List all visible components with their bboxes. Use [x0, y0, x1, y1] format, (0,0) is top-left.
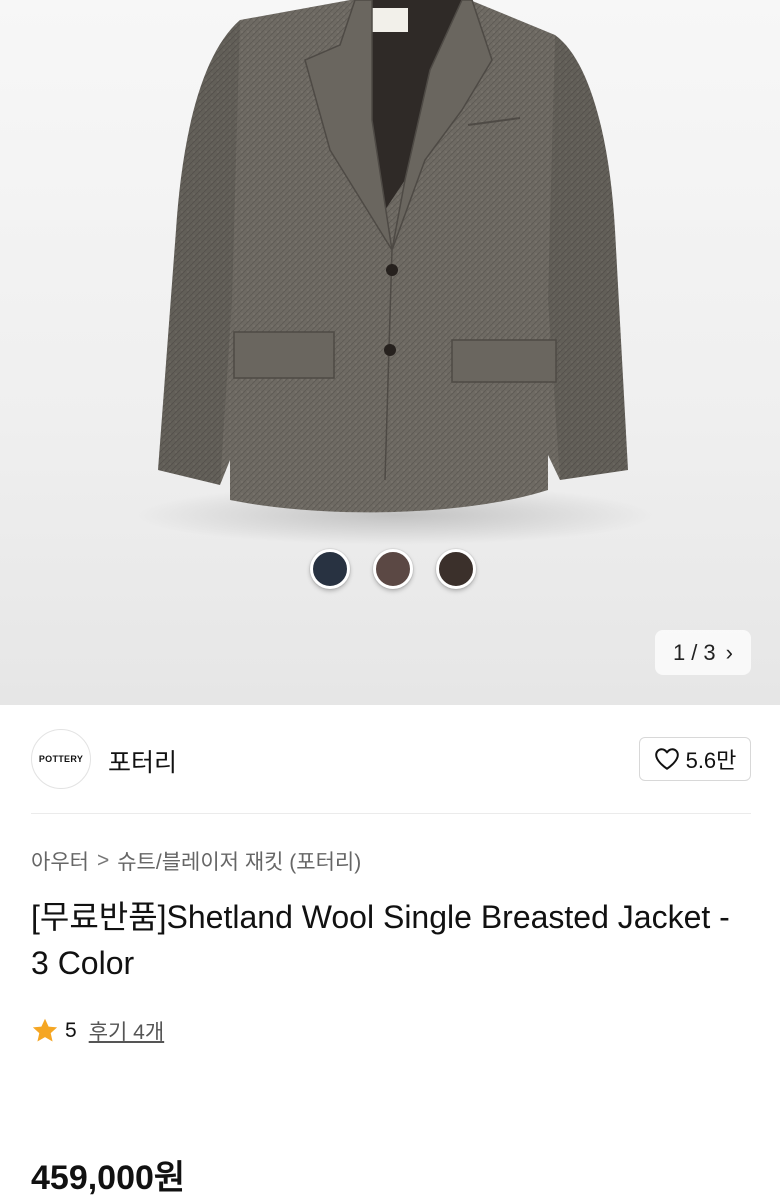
- pager-separator: /: [691, 639, 698, 665]
- breadcrumb-item-suit-blazer[interactable]: 슈트/블레이저 재킷 (포터리): [117, 846, 361, 876]
- breadcrumb-item-outer[interactable]: 아우터: [31, 846, 89, 876]
- product-price: 459,000원: [31, 1159, 186, 1197]
- breadcrumb-separator: >: [96, 849, 110, 872]
- star-icon: [32, 1018, 58, 1042]
- rating-score: 5: [65, 1019, 77, 1042]
- brown-swatch[interactable]: [373, 549, 413, 589]
- like-count: 5.6만: [685, 748, 737, 773]
- like-button[interactable]: 5.6만: [639, 737, 751, 781]
- navy-swatch[interactable]: [310, 549, 350, 589]
- product-image-area[interactable]: 1 / 3 ›: [0, 0, 780, 705]
- color-swatches: [310, 549, 476, 589]
- jacket-image: [135, 0, 655, 545]
- image-pager[interactable]: 1 / 3 ›: [655, 630, 751, 675]
- brand-row: POTTERY 포터리 5.6만: [0, 705, 780, 813]
- review-link[interactable]: 후기 4개: [89, 1016, 164, 1046]
- breadcrumb: 아우터 > 슈트/블레이저 재킷 (포터리): [31, 846, 361, 876]
- dark-brown-swatch[interactable]: [436, 549, 476, 589]
- brand-logo[interactable]: POTTERY: [31, 729, 91, 789]
- divider: [31, 813, 751, 814]
- chevron-right-icon[interactable]: ›: [726, 640, 733, 666]
- pager-total: 3: [703, 639, 716, 665]
- pager-current: 1: [673, 639, 686, 665]
- heart-outline-icon: [654, 748, 679, 770]
- product-title: [무료반품]Shetland Wool Single Breasted Jack…: [31, 899, 730, 981]
- rating-row: 5 후기 4개: [31, 1016, 164, 1046]
- brand-name[interactable]: 포터리: [108, 743, 177, 779]
